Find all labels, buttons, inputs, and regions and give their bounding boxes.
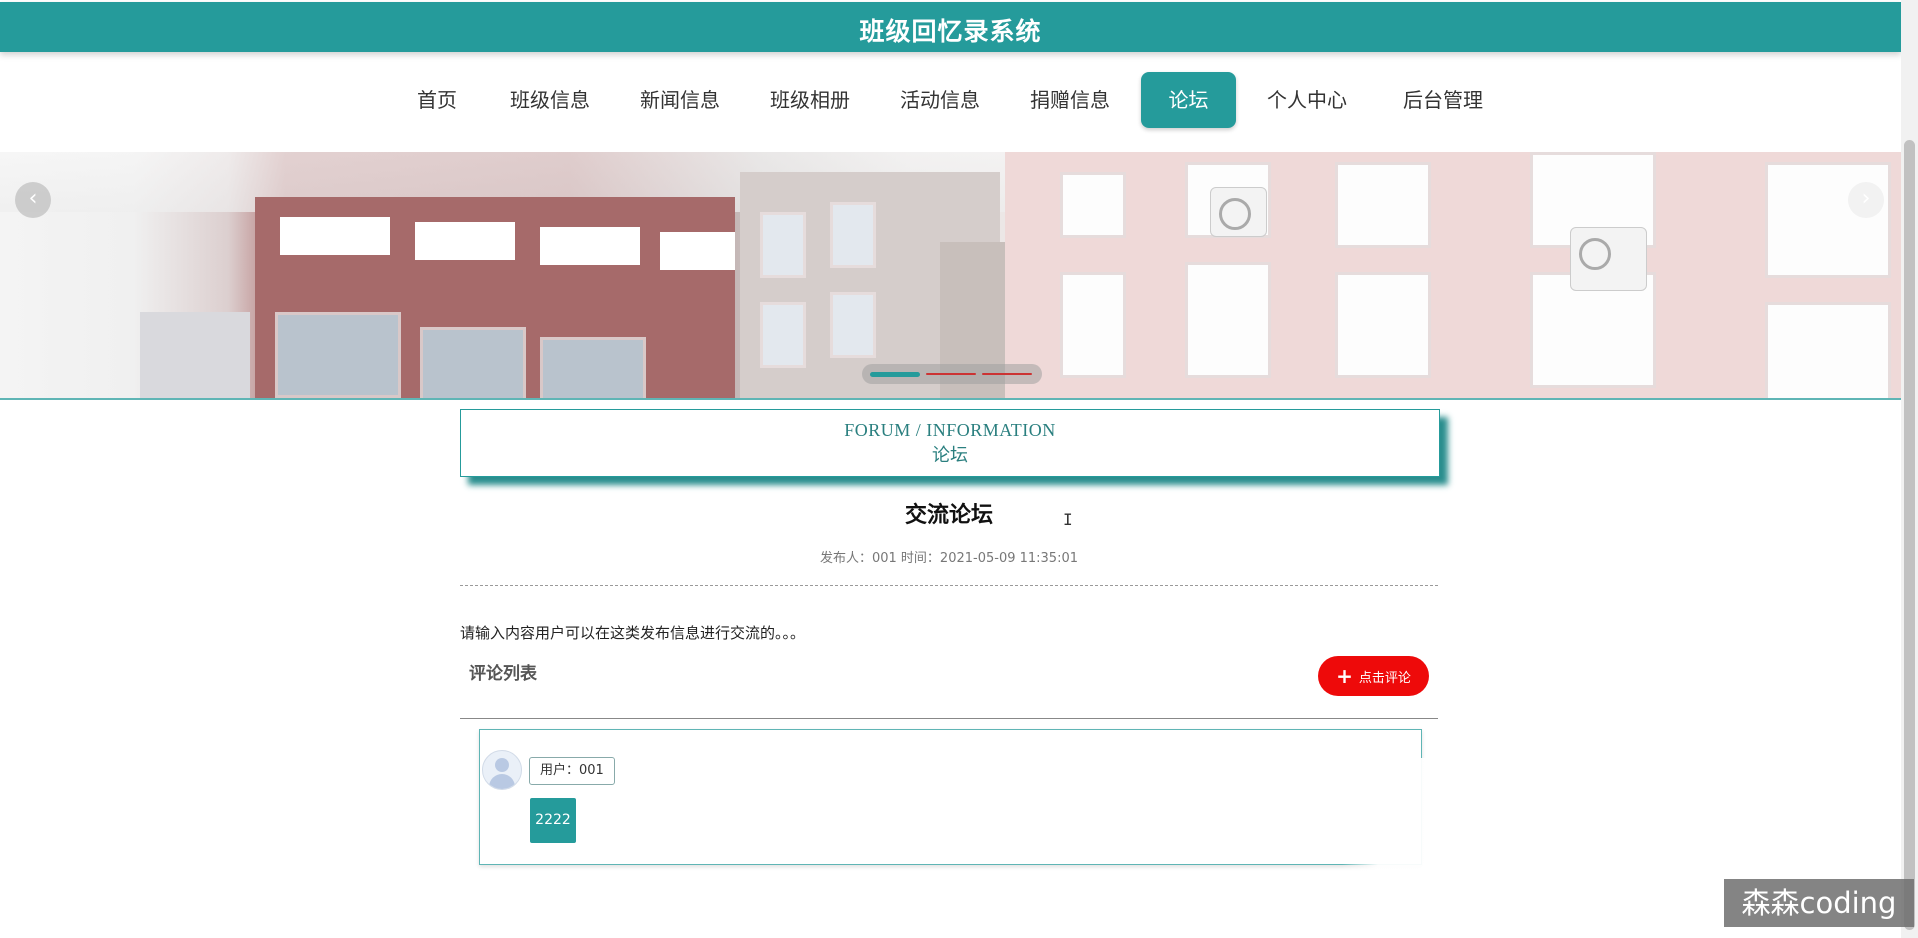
post-title: 交流论坛 [904, 503, 993, 528]
carousel-prev-button[interactable]: ‹ [15, 182, 51, 218]
avatar-head [495, 758, 509, 772]
window [415, 222, 515, 260]
main-nav: 首页 班级信息 新闻信息 班级相册 活动信息 捐赠信息 论坛 个人中心 后台管理 [0, 72, 1901, 132]
carousel-next-button[interactable]: › [1848, 182, 1884, 218]
post-meta: 发布人：001 时间：2021-05-09 11:35:01 [819, 551, 1078, 566]
fade-overlay [1342, 758, 1432, 878]
window [660, 232, 735, 270]
air-conditioner [1570, 227, 1647, 291]
text-cursor-icon: I [1063, 510, 1073, 529]
add-comment-button[interactable]: + 点击评论 [1318, 656, 1429, 696]
building-right [1005, 152, 1901, 399]
window [760, 212, 806, 278]
window [1335, 272, 1431, 378]
window [420, 327, 526, 399]
avatar-body [489, 774, 515, 789]
window [830, 292, 876, 358]
nav-item-admin[interactable]: 后台管理 [1398, 72, 1488, 128]
air-conditioner [1210, 187, 1267, 237]
section-title-en: FORUM / INFORMATION [844, 420, 1056, 440]
building-left [255, 197, 735, 399]
chevron-left-icon: ‹ [28, 186, 38, 211]
user-avatar-icon [482, 750, 522, 790]
chevron-right-icon: › [1861, 186, 1871, 211]
divider [460, 585, 1438, 586]
banner-underline [0, 398, 1901, 400]
nav-item-news[interactable]: 新闻信息 [637, 72, 723, 128]
building-low [140, 312, 250, 399]
post-body: 请输入内容用户可以在这类发布信息进行交流的。。。 [460, 624, 806, 642]
nav-item-personal-center[interactable]: 个人中心 [1264, 72, 1350, 128]
window [1765, 302, 1891, 399]
add-comment-label: 点击评论 [1358, 670, 1411, 686]
nav-item-activities[interactable]: 活动信息 [897, 72, 983, 128]
window [1765, 162, 1891, 278]
comment-card [479, 729, 1422, 865]
comment-content: 2222 [530, 798, 576, 843]
window [280, 217, 390, 255]
window [1335, 162, 1431, 248]
window [830, 202, 876, 268]
nav-item-album[interactable]: 班级相册 [767, 72, 853, 128]
carousel-dot[interactable] [982, 373, 1032, 375]
plus-icon: + [1336, 664, 1353, 688]
window [760, 302, 806, 368]
window [1060, 172, 1126, 238]
window [1185, 262, 1271, 378]
comment-list-heading: 评论列表 [469, 664, 537, 684]
window [540, 337, 646, 399]
carousel-dot-active[interactable] [870, 372, 920, 377]
top-header: 班级回忆录系统 [0, 2, 1901, 52]
comment-user: 用户：001 [529, 757, 615, 785]
window [1060, 272, 1126, 378]
nav-item-forum[interactable]: 论坛 [1141, 72, 1236, 128]
nav-item-home[interactable]: 首页 [412, 72, 462, 128]
section-title-cn: 论坛 [932, 445, 968, 465]
site-title: 班级回忆录系统 [859, 17, 1042, 46]
carousel-indicators [862, 364, 1042, 384]
nav-item-donations[interactable]: 捐赠信息 [1027, 72, 1113, 128]
nav-item-class-info[interactable]: 班级信息 [507, 72, 593, 128]
scrollbar-thumb[interactable] [1904, 140, 1915, 930]
banner-carousel [0, 152, 1901, 399]
watermark: 森森coding [1724, 879, 1914, 927]
carousel-dot[interactable] [926, 373, 976, 375]
window [540, 227, 640, 265]
section-header: FORUM / INFORMATION 论坛 [460, 409, 1440, 477]
window [275, 312, 401, 398]
divider [460, 718, 1438, 719]
